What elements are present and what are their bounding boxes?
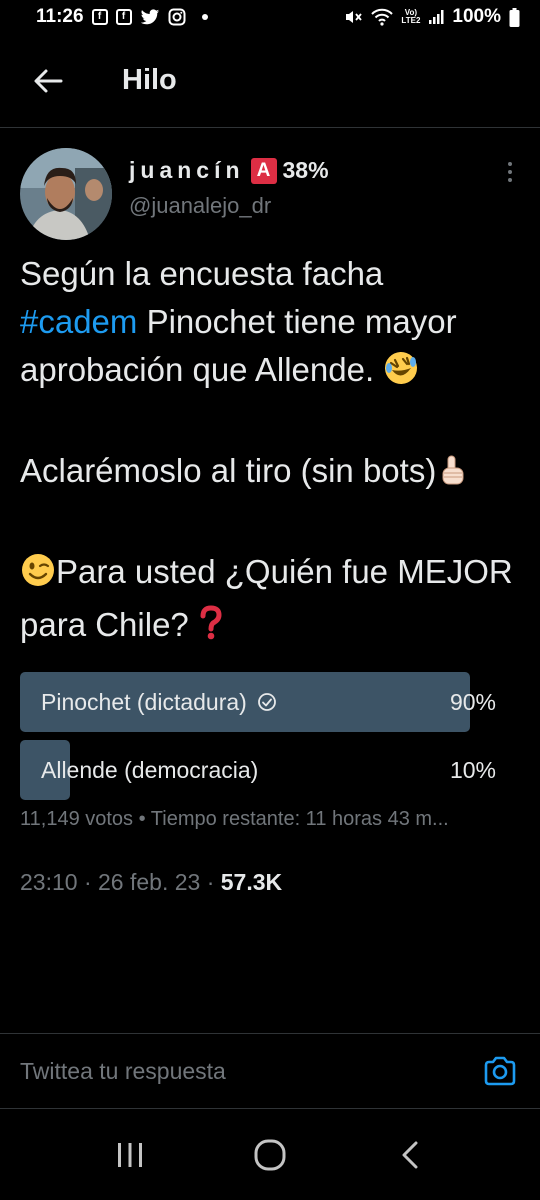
home-icon — [254, 1139, 286, 1171]
tweet-author-row: juancín A 38% @juanalejo_dr — [20, 148, 520, 240]
poll: Pinochet (dictadura) 90% Allende (democr… — [20, 672, 520, 831]
page-title: Hilo — [122, 64, 177, 96]
facebook-glyph: f — [115, 9, 132, 25]
wifi-icon — [371, 8, 394, 26]
more-options-button[interactable] — [500, 162, 520, 182]
rofl-emoji-icon — [383, 350, 419, 399]
system-back-button[interactable] — [380, 1125, 440, 1185]
more-vertical-icon — [508, 170, 512, 174]
winner-check-icon — [257, 693, 276, 711]
system-nav-bar — [0, 1110, 540, 1200]
battery-icon — [509, 7, 520, 27]
facebook-icon: f — [115, 9, 132, 25]
tweet-text-line1-pre: Según la encuesta facha — [20, 255, 384, 292]
arrow-left-icon — [34, 69, 63, 92]
status-bar: 11:26 f f Vo) LTE2 100% — [0, 0, 540, 34]
status-time: 11:26 — [36, 6, 84, 27]
poll-option-percent: 10% — [449, 756, 496, 783]
back-icon — [402, 1141, 418, 1169]
tweet-text-line2: Aclarémoslo al tiro (sin bots) — [20, 452, 437, 489]
tweet-text: Según la encuesta facha #cadem Pinochet … — [20, 250, 520, 654]
view-count[interactable]: 57.3K — [221, 869, 282, 895]
camera-button[interactable] — [480, 1051, 520, 1091]
poll-option-pinochet[interactable]: Pinochet (dictadura) 90% — [20, 672, 520, 732]
display-name: juancín — [129, 157, 245, 183]
poll-option-percent: 90% — [449, 688, 496, 715]
red-question-mark-icon — [198, 605, 224, 654]
signal-icon — [428, 9, 444, 25]
tweet-timestamp-row: 23:10 · 26 feb. 23 · 57.3K — [20, 869, 520, 896]
username[interactable]: @juanalejo_dr — [129, 193, 329, 219]
twitter-icon — [140, 8, 160, 26]
poll-option-allende[interactable]: Allende (democracia) 10% — [20, 740, 520, 800]
author-info: juancín A 38% @juanalejo_dr — [129, 148, 329, 219]
display-name-row[interactable]: juancín A 38% — [129, 157, 329, 184]
poll-option-text: Pinochet (dictadura) — [41, 688, 247, 715]
recent-apps-icon — [118, 1143, 142, 1167]
notification-dot-icon — [201, 14, 208, 20]
more-vertical-icon — [508, 162, 512, 166]
winking-face-emoji-icon — [20, 552, 56, 601]
tweet-paragraph-1: Según la encuesta facha #cadem Pinochet … — [20, 250, 520, 399]
reply-composer[interactable]: Twittea tu respuesta — [0, 1033, 540, 1109]
facebook-icon: f — [91, 9, 108, 25]
more-vertical-icon — [508, 178, 512, 182]
back-button[interactable] — [20, 53, 76, 109]
display-name-percent: 38% — [282, 157, 329, 183]
tweet-paragraph-2: Aclarémoslo al tiro (sin bots) — [20, 447, 520, 500]
lte-label: LTE2 — [401, 16, 421, 25]
facebook-glyph: f — [91, 9, 108, 25]
hashtag-link[interactable]: #cadem — [20, 303, 137, 340]
tweet-text-line3: Para usted ¿Quién fue MEJOR para Chile? — [20, 553, 513, 643]
tweet-timestamp[interactable]: 23:10 · 26 feb. 23 · — [20, 869, 221, 895]
instagram-icon — [168, 8, 186, 26]
home-button[interactable] — [240, 1125, 300, 1185]
poll-option-label: Pinochet (dictadura) — [41, 689, 277, 716]
reply-input[interactable]: Twittea tu respuesta — [20, 1058, 226, 1085]
poll-option-text: Allende (democracia) — [41, 756, 259, 783]
avatar[interactable] — [20, 148, 112, 240]
poll-option-label: Allende (democracia) — [41, 757, 258, 784]
camera-icon — [484, 1056, 516, 1086]
recent-apps-button[interactable] — [100, 1125, 160, 1185]
battery-percent: 100% — [452, 6, 501, 27]
volte-indicator: Vo) LTE2 — [401, 9, 420, 25]
top-app-bar: Hilo — [0, 34, 540, 128]
tweet-paragraph-3: Para usted ¿Quién fue MEJOR para Chile? — [20, 548, 520, 654]
a-button-badge: A — [250, 157, 277, 184]
tweet: juancín A 38% @juanalejo_dr Según la enc… — [0, 128, 540, 896]
pointing-up-emoji-icon — [436, 452, 470, 500]
poll-meta: 11,149 votos • Tiempo restante: 11 horas… — [20, 808, 449, 830]
mute-icon — [343, 7, 363, 27]
